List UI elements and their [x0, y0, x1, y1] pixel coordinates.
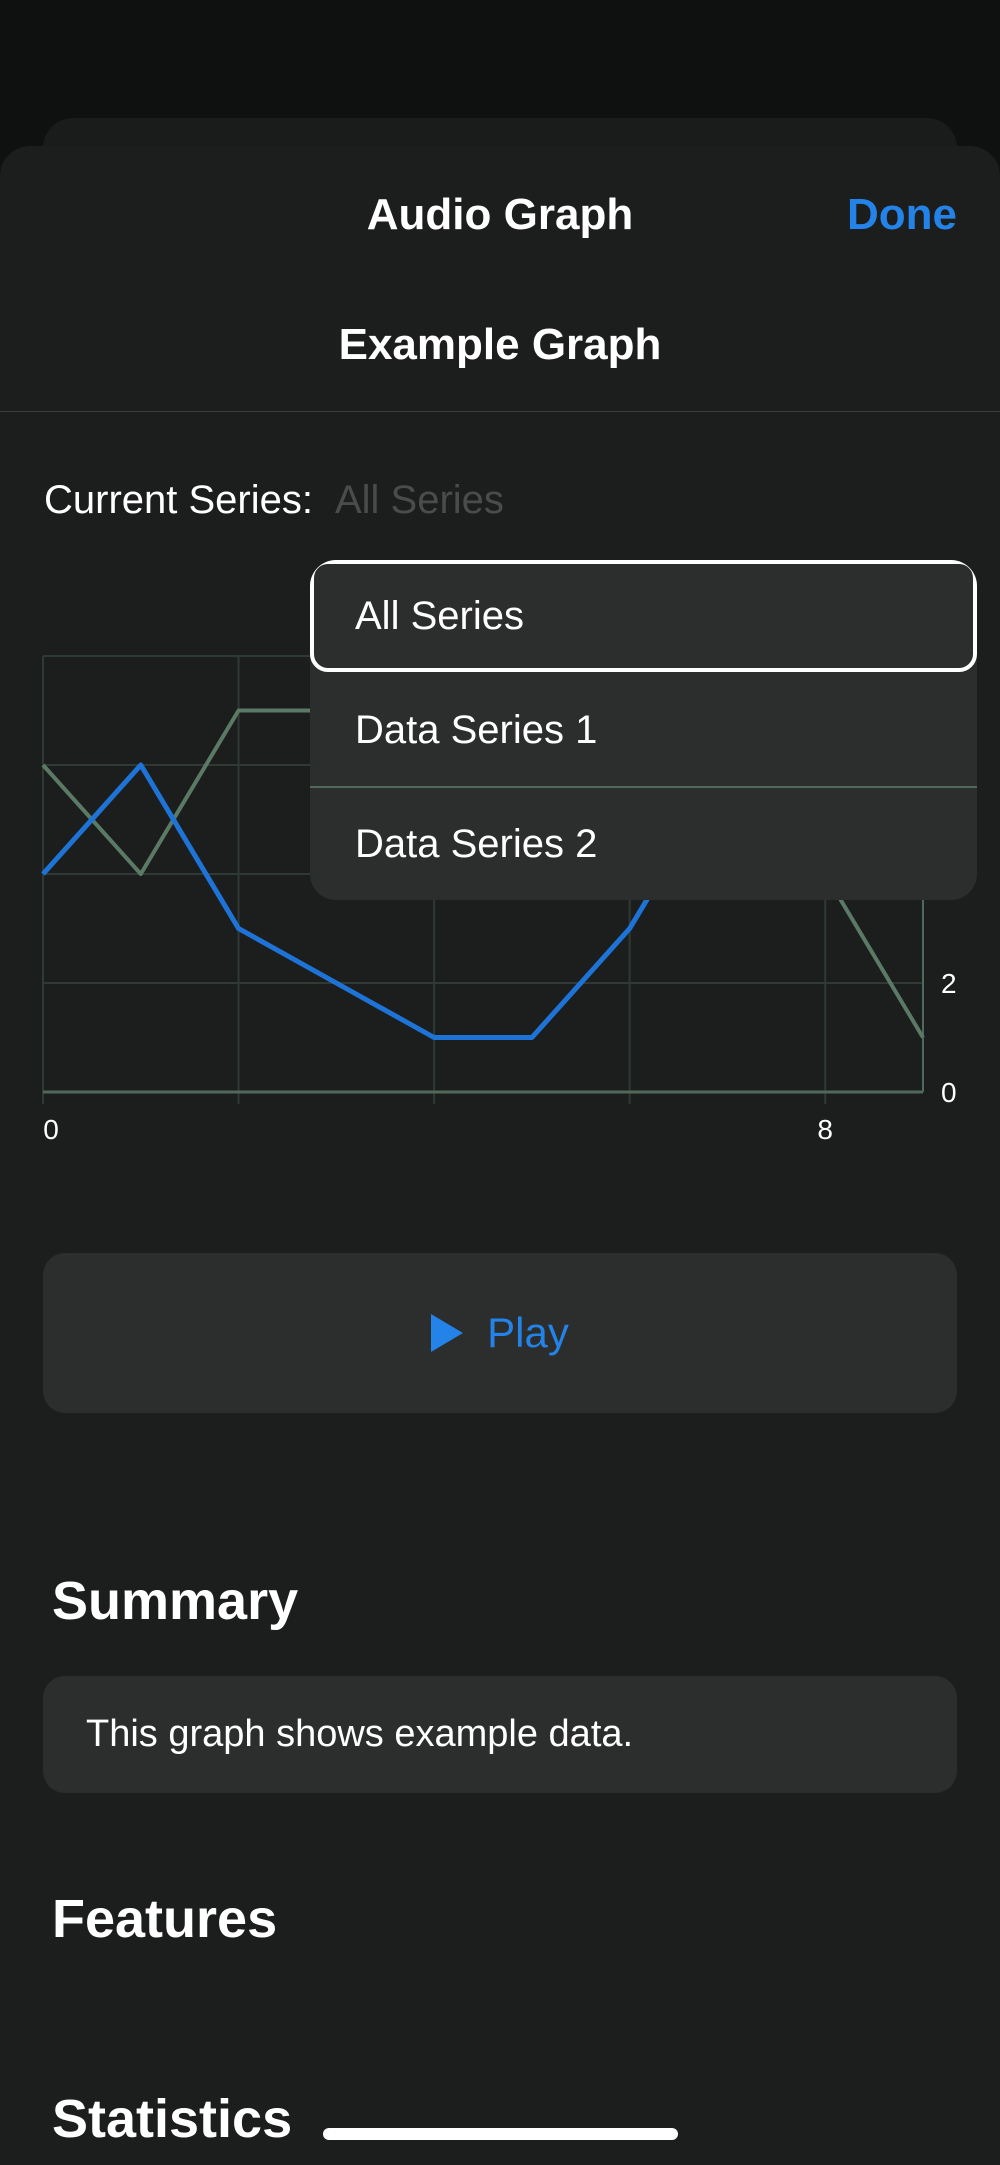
y-tick-label: 2 [941, 968, 957, 999]
y-tick-label: 0 [941, 1077, 957, 1108]
statistics-heading: Statistics [52, 2089, 293, 2149]
summary-text: This graph shows example data. [43, 1676, 957, 1793]
dropdown-option-data-series-1[interactable]: Data Series 1 [310, 674, 977, 786]
current-series-value[interactable]: All Series [335, 478, 504, 522]
dropdown-option-data-series-2[interactable]: Data Series 2 [310, 788, 977, 900]
features-heading: Features [52, 1889, 278, 1949]
current-series-label: Current Series: [44, 478, 313, 522]
current-series-row[interactable]: Current Series: All Series [44, 478, 504, 523]
graph-title: Example Graph [338, 320, 662, 369]
divider [0, 411, 1000, 412]
play-label: Play [487, 1309, 569, 1356]
x-tick-label: 0 [43, 1114, 59, 1145]
x-tick-label: 8 [817, 1114, 833, 1145]
home-indicator [323, 2128, 678, 2140]
series-dropdown-menu: All Series Data Series 1 Data Series 2 [310, 560, 977, 900]
done-button[interactable]: Done [847, 190, 957, 240]
play-icon [431, 1314, 464, 1352]
chart-ticks: 08024 [43, 859, 956, 1145]
dropdown-option-all-series[interactable]: All Series [310, 560, 977, 672]
play-button[interactable]: Play [43, 1253, 957, 1413]
summary-heading: Summary [52, 1571, 299, 1631]
